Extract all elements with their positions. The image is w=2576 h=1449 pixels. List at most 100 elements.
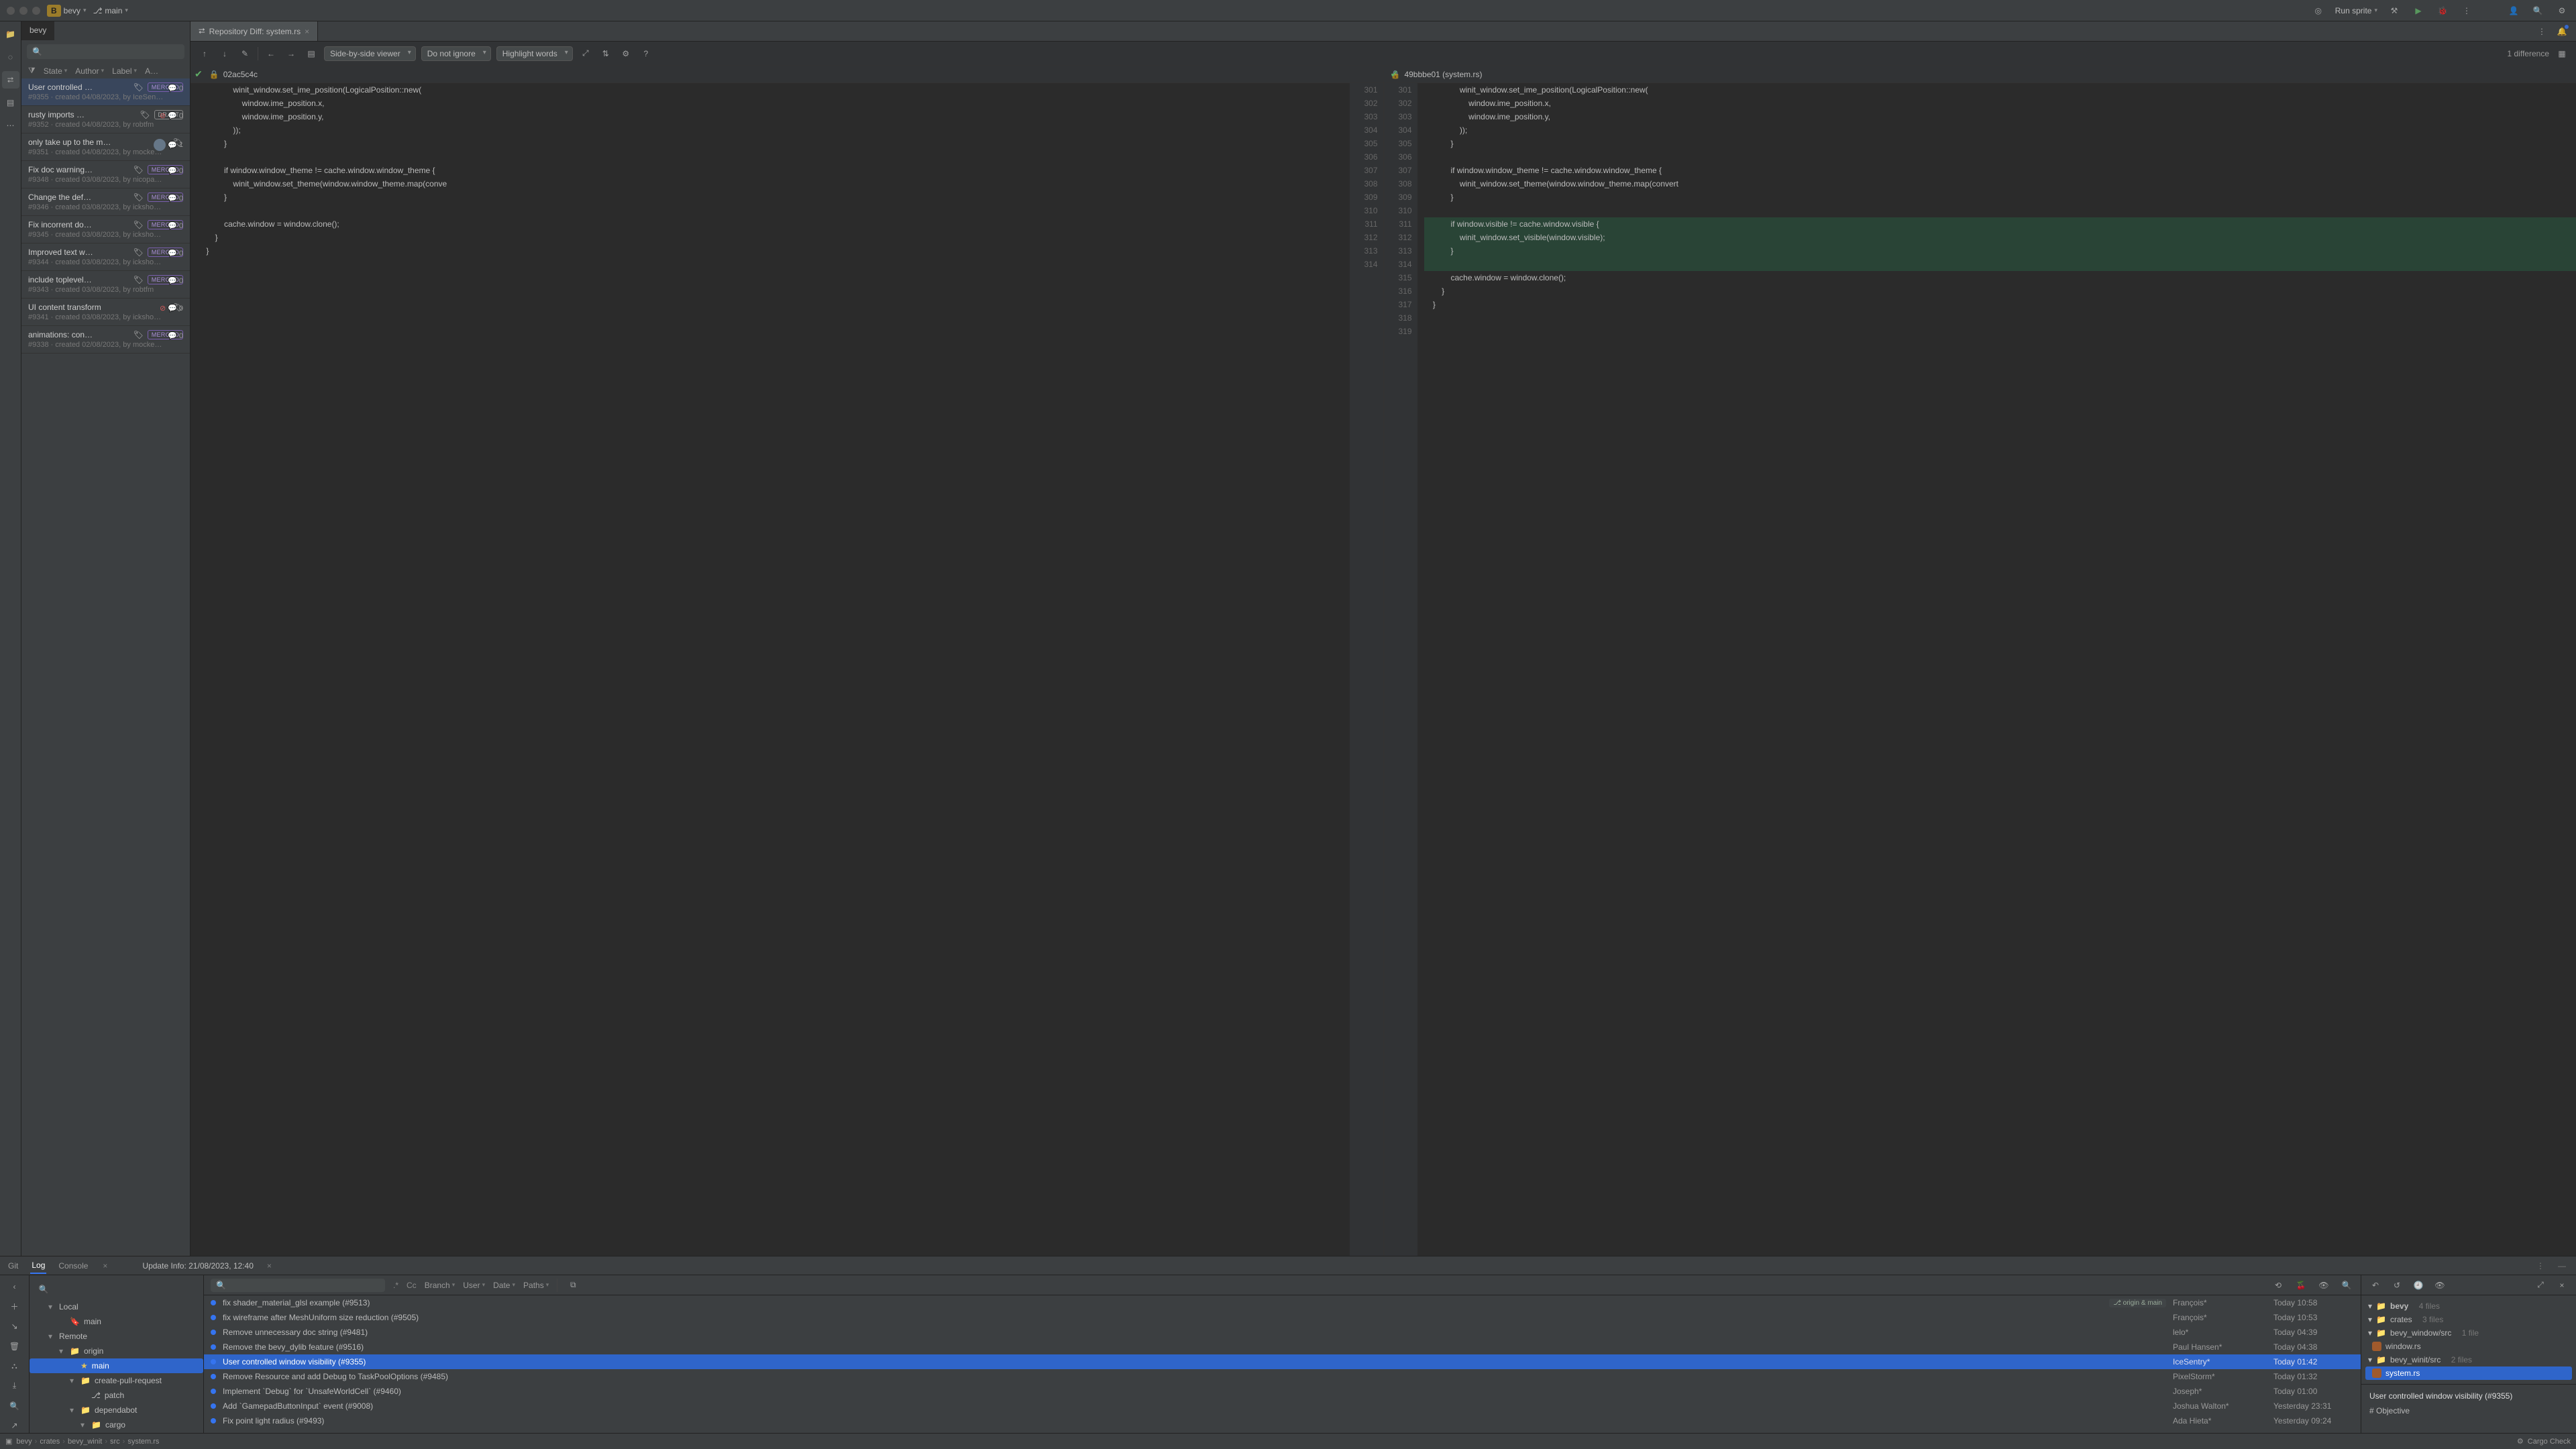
file-row[interactable]: window.rs bbox=[2365, 1340, 2572, 1353]
pr-item[interactable]: User controlled …🏷MERGED #9355 · created… bbox=[21, 78, 190, 106]
expand-icon[interactable]: ↗ bbox=[7, 1418, 22, 1433]
pr-filter-state[interactable]: State▾ bbox=[44, 66, 68, 76]
file-row-selected[interactable]: system.rs bbox=[2365, 1366, 2572, 1380]
commit-row[interactable]: Fix point light radius (#9493)Ada Hieta*… bbox=[204, 1413, 2361, 1428]
list-icon[interactable]: ▤ bbox=[304, 46, 319, 61]
prev-diff-icon[interactable]: ↑ bbox=[197, 46, 212, 61]
find-icon[interactable]: 🔍 bbox=[7, 1399, 22, 1413]
commit-row[interactable]: User controlled window visibility (#9355… bbox=[204, 1354, 2361, 1369]
filter-user[interactable]: User▾ bbox=[463, 1281, 485, 1290]
goto-icon[interactable]: 🔍 bbox=[2339, 1278, 2354, 1293]
edit-icon[interactable]: ✎ bbox=[237, 46, 252, 61]
collapse-icon[interactable]: ⤢ bbox=[578, 46, 593, 61]
show-icon[interactable]: 👁 bbox=[2316, 1278, 2331, 1293]
pr-list[interactable]: User controlled …🏷MERGED #9355 · created… bbox=[21, 78, 190, 1256]
preview-icon[interactable]: 👁 bbox=[2432, 1278, 2447, 1293]
hide-panel-icon[interactable]: — bbox=[2555, 1258, 2569, 1273]
livestream-icon[interactable]: ◎ bbox=[2311, 3, 2326, 18]
regex-icon[interactable]: .* bbox=[393, 1281, 398, 1290]
commit-tool-icon[interactable]: ◌ bbox=[2, 48, 19, 66]
more-tools-icon[interactable]: ⋯ bbox=[2, 117, 19, 134]
file-row[interactable]: ▾📁bevy_window/src 1 file bbox=[2365, 1326, 2572, 1340]
pr-item[interactable]: only take up to the m…🏷 #9351 · created … bbox=[21, 133, 190, 161]
zoom-window-icon[interactable] bbox=[32, 7, 40, 15]
settings-icon[interactable]: ⚙ bbox=[2555, 3, 2569, 18]
cargo-check-label[interactable]: Cargo Check bbox=[2528, 1438, 2571, 1446]
tree-dependabot[interactable]: ▾📁dependabot bbox=[30, 1403, 203, 1417]
file-row[interactable]: ▾📁bevy_winit/src 2 files bbox=[2365, 1353, 2572, 1366]
tree-local-main[interactable]: 🔖main bbox=[30, 1314, 203, 1329]
branch-tree[interactable]: 🔍 ▾Local 🔖main ▾Remote ▾📁origin ★main ▾📁… bbox=[30, 1275, 204, 1433]
tab-git[interactable]: Git bbox=[7, 1258, 19, 1273]
refresh-icon[interactable]: ⟲ bbox=[2271, 1278, 2286, 1293]
pull-requests-tool-icon[interactable]: ⮂ bbox=[2, 71, 19, 89]
nav-fwd-icon[interactable]: → bbox=[284, 46, 299, 61]
tree-patch[interactable]: ⎇patch bbox=[30, 1388, 203, 1403]
pr-search-input[interactable]: 🔍 bbox=[27, 44, 184, 59]
commit-row[interactable]: fix shader_material_glsl example (#9513)… bbox=[204, 1295, 2361, 1310]
editor-more-icon[interactable]: ⋮ bbox=[2534, 24, 2549, 39]
run-icon[interactable]: ▶ bbox=[2411, 3, 2426, 18]
filter-date[interactable]: Date▾ bbox=[493, 1281, 515, 1290]
nav-back-icon[interactable]: ← bbox=[264, 46, 278, 61]
pr-item[interactable]: animations: con…🏷MERGED #9338 · created … bbox=[21, 326, 190, 354]
close-icon[interactable]: × bbox=[305, 27, 309, 36]
tree-remote[interactable]: ▾Remote bbox=[30, 1329, 203, 1344]
expand-icon[interactable]: ⤢ bbox=[2533, 1278, 2548, 1293]
file-row[interactable]: ▾📁crates 3 files bbox=[2365, 1313, 2572, 1326]
minimize-window-icon[interactable] bbox=[19, 7, 28, 15]
pr-filter-label[interactable]: Label▾ bbox=[112, 66, 137, 76]
tree-cargo[interactable]: ▾📁cargo bbox=[30, 1417, 203, 1432]
pr-filter-author[interactable]: Author▾ bbox=[75, 66, 104, 76]
build-icon[interactable]: ⚒ bbox=[2387, 3, 2402, 18]
commit-row[interactable]: Implement `Debug` for `UnsafeWorldCell` … bbox=[204, 1384, 2361, 1399]
add-icon[interactable]: ＋ bbox=[7, 1299, 22, 1314]
tab-console[interactable]: Console bbox=[57, 1258, 89, 1273]
tree-origin[interactable]: ▾📁origin bbox=[30, 1344, 203, 1358]
tree-cpr[interactable]: ▾📁create-pull-request bbox=[30, 1373, 203, 1388]
tree-origin-main[interactable]: ★main bbox=[30, 1358, 203, 1373]
editor-tab[interactable]: ⮂ Repository Diff: system.rs × bbox=[191, 21, 318, 41]
close-icon[interactable]: × bbox=[2555, 1278, 2569, 1293]
help-icon[interactable]: ? bbox=[639, 46, 653, 61]
diff-settings-icon[interactable]: ⚙ bbox=[619, 46, 633, 61]
debug-icon[interactable]: 🐞 bbox=[2435, 3, 2450, 18]
tree-local[interactable]: ▾Local bbox=[30, 1299, 203, 1314]
structure-tool-icon[interactable]: ▤ bbox=[2, 94, 19, 111]
commit-row[interactable]: fix wireframe after MeshUniform size red… bbox=[204, 1310, 2361, 1325]
branch-selector[interactable]: ⎇ main ▾ bbox=[93, 6, 128, 15]
next-diff-icon[interactable]: ↓ bbox=[217, 46, 232, 61]
close-icon[interactable]: × bbox=[100, 1261, 110, 1271]
commits-search[interactable]: 🔍 bbox=[211, 1279, 385, 1292]
sync-scroll-icon[interactable]: ⇅ bbox=[598, 46, 613, 61]
filter-branch[interactable]: Branch▾ bbox=[425, 1281, 455, 1290]
more-icon[interactable]: ⋮ bbox=[2459, 3, 2474, 18]
pr-item[interactable]: Change the def…🏷MERGED #9346 · created 0… bbox=[21, 189, 190, 216]
notifications-icon[interactable]: 🔔 bbox=[2555, 24, 2569, 39]
pr-item[interactable]: Improved text w…🏷MERGED #9344 · created … bbox=[21, 244, 190, 271]
commit-row[interactable]: Remove Resource and add Debug to TaskPoo… bbox=[204, 1369, 2361, 1384]
run-config-selector[interactable]: Run sprite ▾ bbox=[2335, 6, 2377, 15]
fetch-icon[interactable]: ⤓ bbox=[7, 1379, 22, 1393]
pr-item[interactable]: rusty imports …🏷DRAFT #9352 · created 04… bbox=[21, 106, 190, 133]
viewer-mode-select[interactable]: Side-by-side viewer bbox=[324, 46, 416, 61]
pr-repo-tab[interactable]: bevy bbox=[21, 21, 54, 40]
changed-files-tree[interactable]: ▾📁bevy 4 files ▾📁crates 3 files ▾📁bevy_w… bbox=[2361, 1295, 2576, 1384]
pr-item[interactable]: Fix incorrent do…🏷MERGED #9345 · created… bbox=[21, 216, 190, 244]
diff-body[interactable]: winit_window.set_ime_position(LogicalPos… bbox=[191, 83, 2576, 1256]
history-icon[interactable]: 🕘 bbox=[2411, 1278, 2426, 1293]
breadcrumb[interactable]: bevy›crates›bevy_winit›src›system.rs bbox=[16, 1438, 159, 1446]
pr-item[interactable]: include toplevel…🏷MERGED #9343 · created… bbox=[21, 271, 190, 299]
commit-row[interactable]: Add `GamepadButtonInput` event (#9008)Jo… bbox=[204, 1399, 2361, 1413]
undo-icon[interactable]: ↺ bbox=[2390, 1278, 2404, 1293]
file-list-icon[interactable]: ▦ bbox=[2555, 46, 2569, 61]
pr-filter-funnel-icon[interactable]: ⧩ bbox=[28, 66, 36, 76]
cherry-pick-icon[interactable]: 🍒 bbox=[2294, 1278, 2308, 1293]
collapse-icon[interactable]: ‹ bbox=[7, 1279, 22, 1294]
file-row[interactable]: ▾📁bevy 4 files bbox=[2365, 1299, 2572, 1313]
match-case-icon[interactable]: Cc bbox=[407, 1281, 417, 1290]
ignore-mode-select[interactable]: Do not ignore bbox=[421, 46, 491, 61]
diff-icon[interactable]: ⛬ bbox=[7, 1359, 22, 1374]
project-selector[interactable]: B bevy ▾ bbox=[47, 5, 87, 17]
delete-icon[interactable]: 🗑 bbox=[7, 1339, 22, 1354]
